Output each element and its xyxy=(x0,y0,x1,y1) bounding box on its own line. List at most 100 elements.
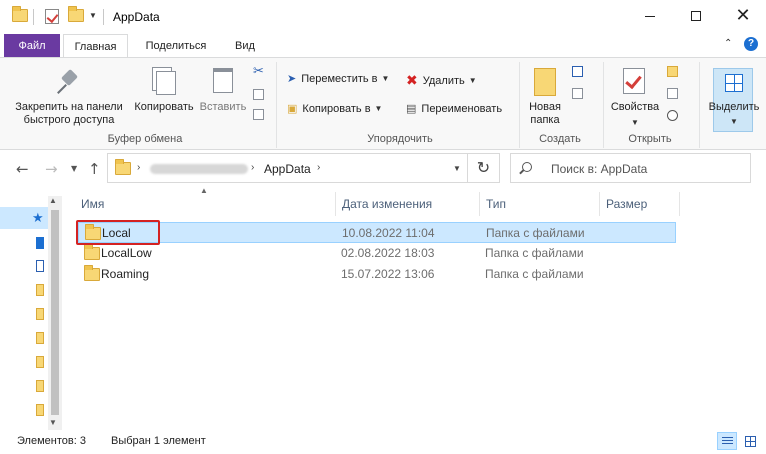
paste-shortcut-icon[interactable] xyxy=(253,109,264,120)
column-header-date[interactable]: Дата изменения xyxy=(336,194,479,216)
refresh-icon: ↻ xyxy=(476,158,491,177)
maximize-button[interactable] xyxy=(673,0,719,32)
recent-locations-chevron-icon[interactable]: ▼ xyxy=(71,164,77,173)
move-to-label: Переместить в xyxy=(301,72,378,85)
copy-to-button[interactable]: ▣ Копировать в ▼ xyxy=(287,102,382,116)
address-bar[interactable]: › › AppData › ▼ xyxy=(107,153,500,183)
ribbon-separator xyxy=(519,62,520,148)
file-row[interactable]: Local 10.08.2022 11:04 Папка с файлами xyxy=(78,222,676,243)
large-icons-view-icon xyxy=(745,436,756,447)
copy-button[interactable]: Копировать xyxy=(130,101,198,114)
search-icon xyxy=(519,162,532,174)
qa-separator xyxy=(33,9,34,25)
ribbon-collapse-chevron-icon[interactable]: ⌃ xyxy=(724,38,732,49)
history-icon[interactable] xyxy=(667,110,678,121)
organize-group-label: Упорядочить xyxy=(367,133,433,145)
scroll-down-icon[interactable]: ▼ xyxy=(49,418,57,427)
open-icon[interactable] xyxy=(667,66,678,77)
title-bar: ▼ AppData ✕ xyxy=(0,0,766,34)
tab-share[interactable]: Поделиться xyxy=(133,34,219,58)
properties-button[interactable]: Свойства xyxy=(606,101,664,114)
tab-file[interactable]: Файл xyxy=(4,34,60,58)
this-pc-icon[interactable] xyxy=(36,260,44,272)
status-item-count: Элементов: 3 xyxy=(17,435,86,447)
qa-customize-chevron-icon[interactable]: ▼ xyxy=(89,11,97,20)
ribbon: Закрепить на панели быстрого доступа Коп… xyxy=(0,57,766,150)
folder-icon xyxy=(84,265,100,281)
properties-icon xyxy=(623,68,645,94)
column-header-name[interactable]: Имя xyxy=(75,194,335,216)
pin-quick-access-button[interactable]: Закрепить на панели быстрого доступа xyxy=(10,101,128,127)
file-name: Roaming xyxy=(101,267,150,281)
status-bar: Элементов: 3 Выбран 1 элемент xyxy=(0,430,766,454)
address-history-chevron-icon[interactable]: ▼ xyxy=(453,164,461,173)
ribbon-separator xyxy=(276,62,277,148)
breadcrumb-chevron-icon[interactable]: › xyxy=(317,162,320,173)
up-arrow-icon[interactable]: ↑ xyxy=(88,160,101,178)
help-icon[interactable]: ? xyxy=(744,37,758,51)
select-button[interactable]: Выделить ▼ xyxy=(709,68,759,132)
file-row[interactable]: LocalLow 02.08.2022 18:03 Папка с файлам… xyxy=(78,243,676,264)
nav-folder-icon[interactable] xyxy=(36,404,44,416)
column-header-size[interactable]: Размер xyxy=(600,194,680,216)
breadcrumb-user-blurred[interactable] xyxy=(150,164,248,174)
column-separator[interactable] xyxy=(679,192,680,216)
move-to-button[interactable]: ➤ Переместить в ▼ xyxy=(287,72,390,86)
rename-button[interactable]: ▤ Переименовать xyxy=(406,102,502,116)
details-view-button[interactable] xyxy=(717,432,737,450)
window-folder-icon xyxy=(12,6,28,22)
search-input[interactable]: Поиск в: AppData xyxy=(510,153,751,183)
file-date: 02.08.2022 18:03 xyxy=(341,246,435,260)
back-arrow-icon[interactable]: ← xyxy=(16,160,29,178)
file-type: Папка с файлами xyxy=(485,246,584,260)
tab-view[interactable]: Вид xyxy=(222,34,268,58)
new-item-icon[interactable] xyxy=(572,66,583,77)
select-icon xyxy=(725,74,743,92)
nav-folder-icon[interactable] xyxy=(36,284,44,296)
copy-path-icon[interactable] xyxy=(253,89,264,100)
breadcrumb-current[interactable]: AppData xyxy=(264,162,311,176)
new-folder-button[interactable]: Новая папка xyxy=(522,101,568,127)
select-label: Выделить xyxy=(708,101,760,113)
nav-scrollbar-thumb[interactable] xyxy=(51,210,59,415)
new-group-label: Создать xyxy=(539,133,581,145)
desktop-icon[interactable] xyxy=(36,237,44,249)
window-title: AppData xyxy=(113,10,160,24)
move-to-icon: ➤ xyxy=(287,73,297,85)
new-folder-icon xyxy=(534,68,556,96)
tab-home[interactable]: Главная xyxy=(63,34,128,58)
ribbon-tabs: Файл Главная Поделиться Вид xyxy=(0,34,766,58)
refresh-button[interactable]: ↻ xyxy=(467,154,499,182)
delete-button[interactable]: ✖ Удалить ▼ xyxy=(406,72,477,89)
address-folder-icon xyxy=(115,159,131,175)
breadcrumb-chevron-icon[interactable]: › xyxy=(137,162,140,173)
nav-folder-icon[interactable] xyxy=(36,308,44,320)
paste-icon xyxy=(213,68,233,93)
status-selected-count: Выбран 1 элемент xyxy=(111,435,206,447)
nav-folder-icon[interactable] xyxy=(36,332,44,344)
chevron-down-icon: ▼ xyxy=(468,76,477,85)
file-name: LocalLow xyxy=(101,246,152,260)
chevron-down-icon: ▼ xyxy=(381,74,390,83)
highlight-annotation-box xyxy=(76,220,160,245)
close-icon: ✕ xyxy=(735,5,751,26)
forward-arrow-icon[interactable]: → xyxy=(45,160,58,178)
column-header-type[interactable]: Тип xyxy=(480,194,599,216)
minimize-button[interactable] xyxy=(627,0,673,32)
nav-folder-icon[interactable] xyxy=(36,380,44,392)
close-button[interactable]: ✕ xyxy=(720,0,766,32)
nav-folder-icon[interactable] xyxy=(36,356,44,368)
copy-icon-back xyxy=(156,71,176,95)
properties-qa-icon[interactable] xyxy=(45,9,59,24)
easy-access-icon[interactable] xyxy=(572,88,583,99)
new-folder-qa-icon[interactable] xyxy=(68,6,84,22)
cut-icon[interactable]: ✂ xyxy=(253,63,264,78)
chevron-down-icon[interactable]: ▼ xyxy=(631,118,639,127)
paste-button[interactable]: Вставить xyxy=(197,101,249,114)
edit-icon[interactable] xyxy=(667,88,678,99)
scroll-up-icon[interactable]: ▲ xyxy=(49,196,57,205)
large-icons-view-button[interactable] xyxy=(740,432,760,450)
breadcrumb-chevron-icon[interactable]: › xyxy=(251,162,254,173)
file-row[interactable]: Roaming 15.07.2022 13:06 Папка с файлами xyxy=(78,264,676,285)
chevron-down-icon: ▼ xyxy=(730,117,738,126)
